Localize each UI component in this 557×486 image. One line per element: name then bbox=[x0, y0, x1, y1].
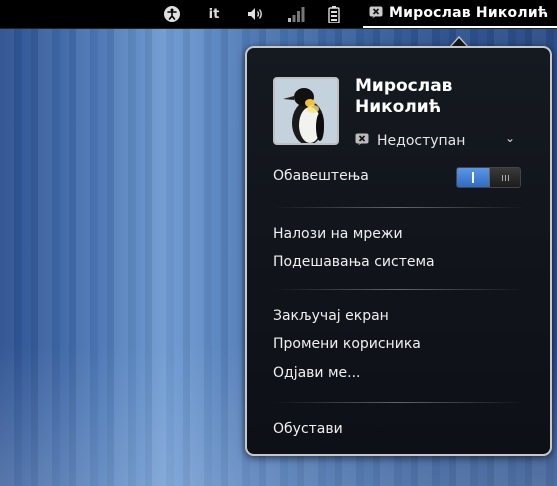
notifications-toggle[interactable] bbox=[456, 167, 521, 188]
menu-separator bbox=[273, 207, 525, 208]
toggle-knob bbox=[489, 168, 520, 187]
user-full-name: Мирослав Николић bbox=[355, 76, 453, 117]
top-panel: it Мирослав Николић bbox=[0, 0, 557, 29]
toggle-on-indicator bbox=[457, 168, 489, 187]
menu-item-suspend[interactable]: Обустави bbox=[273, 421, 343, 437]
user-menu-popup: Мирослав Николић Недоступан ⌄ Обавештења… bbox=[245, 46, 552, 456]
chevron-down-icon: ⌄ bbox=[504, 131, 515, 145]
menu-item-switch-user[interactable]: Промени корисника bbox=[273, 336, 421, 352]
menu-separator bbox=[273, 402, 525, 403]
unavailable-status-icon bbox=[355, 133, 369, 150]
user-menu-button[interactable]: Мирослав Николић bbox=[363, 0, 557, 28]
avatar[interactable] bbox=[273, 77, 339, 145]
network-signal-icon[interactable] bbox=[285, 0, 307, 28]
status-label: Недоступан bbox=[377, 133, 466, 149]
notifications-label: Обавештења bbox=[273, 168, 369, 184]
menu-separator bbox=[273, 289, 525, 290]
menu-item-log-out[interactable]: Одјави ме... bbox=[273, 365, 361, 381]
volume-icon[interactable] bbox=[245, 0, 267, 28]
status-selector[interactable]: Недоступан ⌄ bbox=[355, 131, 515, 151]
accessibility-icon[interactable] bbox=[160, 0, 184, 28]
unavailable-status-icon bbox=[369, 4, 383, 23]
menu-item-system-settings[interactable]: Подешавања система bbox=[273, 254, 435, 270]
keyboard-layout-indicator[interactable]: it bbox=[204, 0, 224, 28]
menu-item-lock-screen[interactable]: Закључај екран bbox=[273, 308, 389, 324]
battery-icon[interactable] bbox=[324, 0, 344, 28]
menu-item-online-accounts[interactable]: Налози на мрежи bbox=[273, 226, 403, 242]
user-name-label: Мирослав Николић bbox=[389, 5, 549, 21]
